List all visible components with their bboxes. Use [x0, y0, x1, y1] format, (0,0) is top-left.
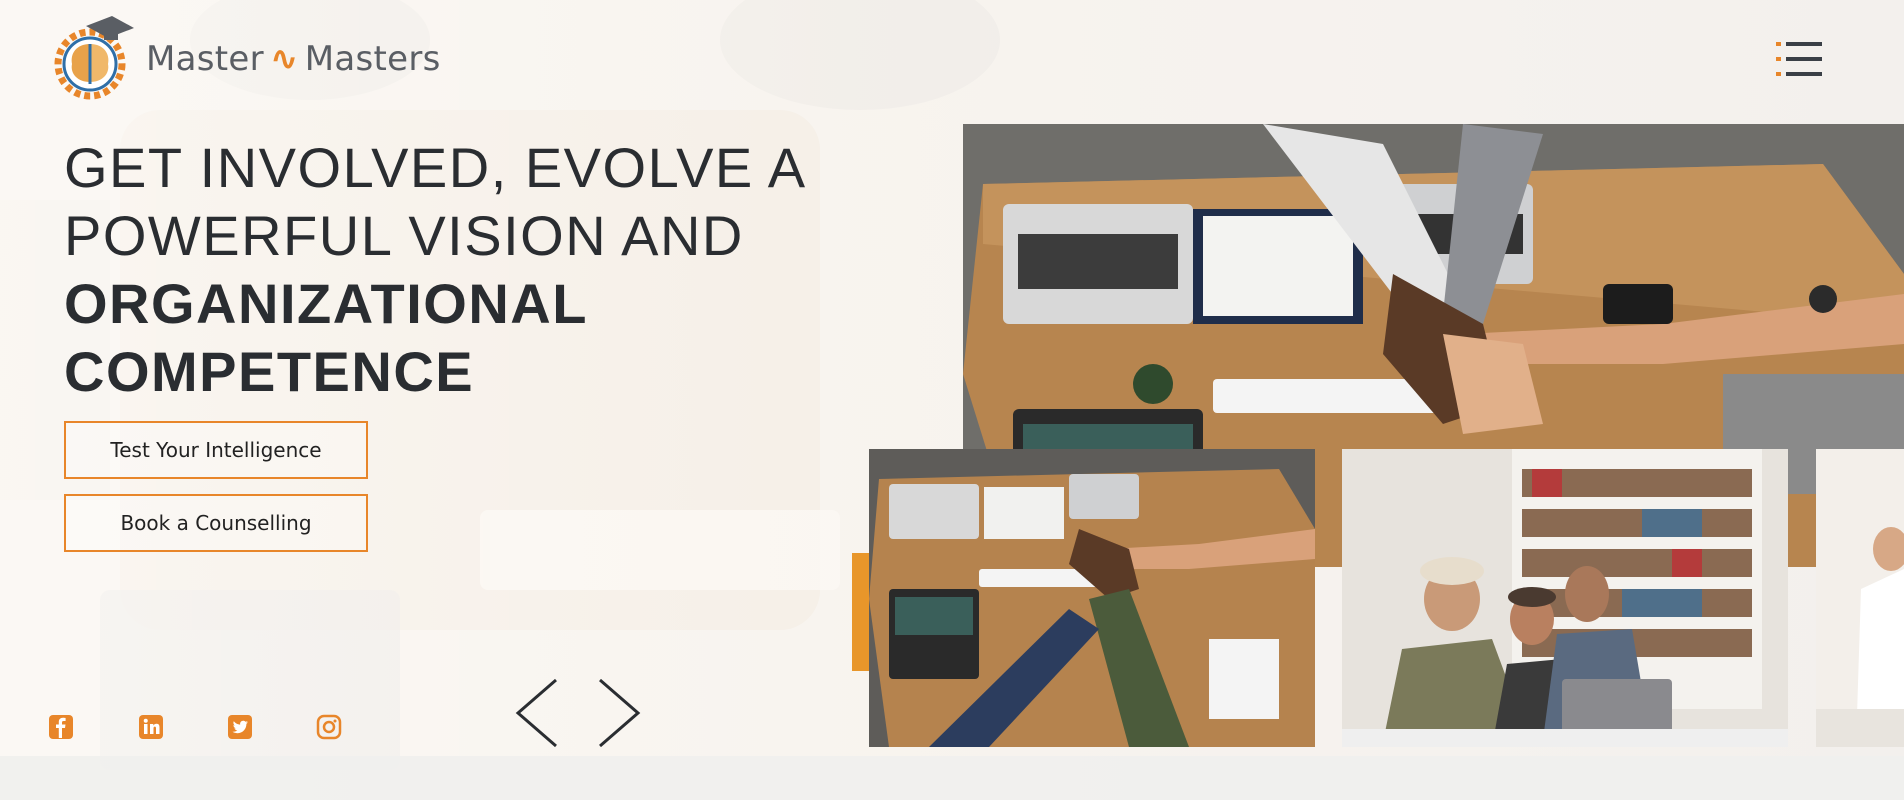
instagram-link[interactable] — [316, 714, 342, 740]
facebook-link[interactable] — [48, 714, 74, 740]
brand-name: Master ∿ Masters — [146, 39, 441, 79]
test-intelligence-button[interactable]: Test Your Intelligence — [64, 421, 368, 479]
carousel-next-button[interactable] — [594, 676, 644, 750]
carousel-slide-1[interactable] — [869, 449, 1315, 747]
linkedin-icon — [139, 715, 163, 739]
twitter-link[interactable] — [227, 714, 253, 740]
person-white-shirt-photo — [1816, 449, 1904, 747]
hero-headline: GET INVOLVED, EVOLVE A POWERFUL VISION A… — [64, 134, 844, 406]
carousel-slide-2[interactable] — [1342, 449, 1788, 747]
brand-logo[interactable]: Master ∿ Masters — [50, 14, 441, 104]
brand-name-right: Masters — [304, 39, 441, 79]
chevron-right-icon — [599, 678, 641, 748]
facebook-icon — [49, 715, 73, 739]
hero-line-4: COMPETENCE — [64, 340, 475, 403]
team-library-photo — [1342, 449, 1788, 747]
slider-accent-bar — [852, 553, 869, 671]
brain-gear-logo-icon — [54, 16, 134, 100]
carousel-slide-3[interactable] — [1816, 449, 1904, 747]
hero-line-3: ORGANIZATIONAL — [64, 272, 588, 335]
brand-name-left: Master — [146, 39, 264, 79]
hamburger-list-icon — [1776, 42, 1822, 76]
instagram-icon — [316, 714, 342, 740]
brand-joiner: ∿ — [269, 39, 299, 79]
team-hands-thumbnail — [869, 449, 1315, 747]
chevron-left-icon — [515, 678, 557, 748]
twitter-icon — [228, 715, 252, 739]
hero-line-1: GET INVOLVED, EVOLVE A — [64, 136, 807, 199]
menu-button[interactable] — [1776, 40, 1824, 78]
book-counselling-button[interactable]: Book a Counselling — [64, 494, 368, 552]
carousel-prev-button[interactable] — [512, 676, 562, 750]
linkedin-link[interactable] — [138, 714, 164, 740]
hero-line-2: POWERFUL VISION AND — [64, 204, 744, 267]
